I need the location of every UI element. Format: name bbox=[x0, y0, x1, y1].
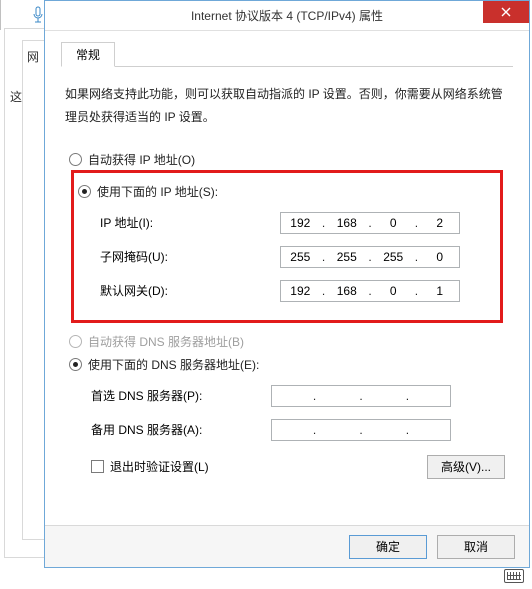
radio-icon bbox=[69, 153, 82, 166]
subnet-mask-input[interactable]: 255. 255. 255. 0 bbox=[280, 246, 460, 268]
radio-dns-manual[interactable]: 使用下面的 DNS 服务器地址(E): bbox=[69, 356, 505, 373]
close-icon bbox=[501, 7, 511, 17]
radio-dns-auto: 自动获得 DNS 服务器地址(B) bbox=[69, 333, 505, 350]
microphone-icon bbox=[32, 6, 44, 24]
tabstrip: 常规 bbox=[61, 41, 513, 67]
ok-button[interactable]: 确定 bbox=[349, 535, 427, 559]
radio-icon bbox=[78, 185, 91, 198]
bg-text: 这 bbox=[10, 88, 22, 105]
titlebar: Internet 协议版本 4 (TCP/IPv4) 属性 bbox=[45, 1, 529, 31]
keyboard-icon[interactable] bbox=[504, 569, 524, 583]
ip-address-label: IP 地址(I): bbox=[100, 214, 280, 231]
alternate-dns-input[interactable]: . . . bbox=[271, 419, 451, 441]
radio-label: 自动获得 IP 地址(O) bbox=[88, 151, 195, 168]
properties-dialog: Internet 协议版本 4 (TCP/IPv4) 属性 常规 如果网络支持此… bbox=[44, 0, 530, 568]
cancel-button[interactable]: 取消 bbox=[437, 535, 515, 559]
description-text: 如果网络支持此功能，则可以获取自动指派的 IP 设置。否则，你需要从网络系统管理… bbox=[65, 83, 509, 129]
default-gateway-input[interactable]: 192. 168. 0. 1 bbox=[280, 280, 460, 302]
radio-ip-auto[interactable]: 自动获得 IP 地址(O) bbox=[69, 151, 505, 168]
validate-checkbox[interactable] bbox=[91, 460, 104, 473]
bg-text: 网 bbox=[27, 48, 39, 65]
radio-ip-manual[interactable]: 使用下面的 IP 地址(S): bbox=[78, 183, 496, 200]
window-title: Internet 协议版本 4 (TCP/IPv4) 属性 bbox=[45, 7, 529, 24]
tab-label: 常规 bbox=[76, 46, 100, 63]
radio-label: 使用下面的 IP 地址(S): bbox=[97, 183, 218, 200]
radio-label: 使用下面的 DNS 服务器地址(E): bbox=[88, 356, 259, 373]
default-gateway-label: 默认网关(D): bbox=[100, 282, 280, 299]
tab-general[interactable]: 常规 bbox=[61, 42, 115, 67]
preferred-dns-label: 首选 DNS 服务器(P): bbox=[91, 387, 271, 404]
advanced-button[interactable]: 高级(V)... bbox=[427, 455, 505, 479]
dialog-footer: 确定 取消 bbox=[45, 525, 529, 567]
subnet-mask-label: 子网掩码(U): bbox=[100, 248, 280, 265]
radio-icon bbox=[69, 358, 82, 371]
validate-label: 退出时验证设置(L) bbox=[110, 458, 209, 475]
highlight-box: 使用下面的 IP 地址(S): IP 地址(I): 192. 168. 0. 2… bbox=[71, 170, 503, 323]
ip-address-input[interactable]: 192. 168. 0. 2 bbox=[280, 212, 460, 234]
preferred-dns-input[interactable]: . . . bbox=[271, 385, 451, 407]
close-button[interactable] bbox=[483, 1, 529, 23]
radio-icon bbox=[69, 335, 82, 348]
alternate-dns-label: 备用 DNS 服务器(A): bbox=[91, 421, 271, 438]
radio-label: 自动获得 DNS 服务器地址(B) bbox=[88, 333, 244, 350]
